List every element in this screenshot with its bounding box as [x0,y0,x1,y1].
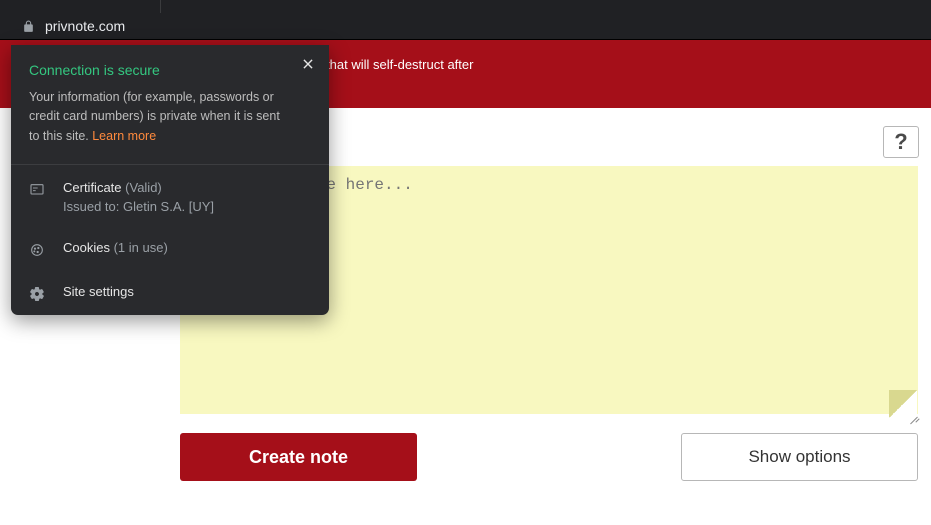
url-text[interactable]: privnote.com [45,18,125,34]
connection-secure-title: Connection is secure [29,62,281,78]
address-bar[interactable]: privnote.com [0,13,931,40]
site-settings-label: Site settings [63,284,311,299]
connection-secure-description: Your information (for example, passwords… [29,88,281,146]
cookies-count: (1 in use) [114,240,168,255]
gear-icon [29,286,45,302]
divider [11,164,329,165]
lock-icon[interactable] [22,20,35,33]
popover-header: Connection is secure Your information (f… [11,45,329,162]
certificate-status: (Valid) [125,180,162,195]
certificate-issued-to: Issued to: Gletin S.A. [UY] [63,199,311,214]
site-settings-text: Site settings [63,284,311,299]
close-icon[interactable] [297,53,319,75]
site-security-popover: Connection is secure Your information (f… [11,45,329,315]
browser-tab-strip [0,0,931,13]
certificate-label: Certificate [63,180,122,195]
show-options-button[interactable]: Show options [681,433,918,481]
site-settings-row[interactable]: Site settings [11,271,329,315]
certificate-row[interactable]: Certificate (Valid) Issued to: Gletin S.… [11,167,329,227]
certificate-text: Certificate (Valid) Issued to: Gletin S.… [63,180,311,214]
certificate-icon [29,182,45,198]
learn-more-link[interactable]: Learn more [92,129,156,143]
button-row: Create note Show options [180,433,918,481]
create-note-button[interactable]: Create note [180,433,417,481]
cookies-label: Cookies [63,240,110,255]
cookies-row[interactable]: Cookies (1 in use) [11,227,329,271]
cookies-text: Cookies (1 in use) [63,240,311,255]
cookie-icon [29,242,45,258]
